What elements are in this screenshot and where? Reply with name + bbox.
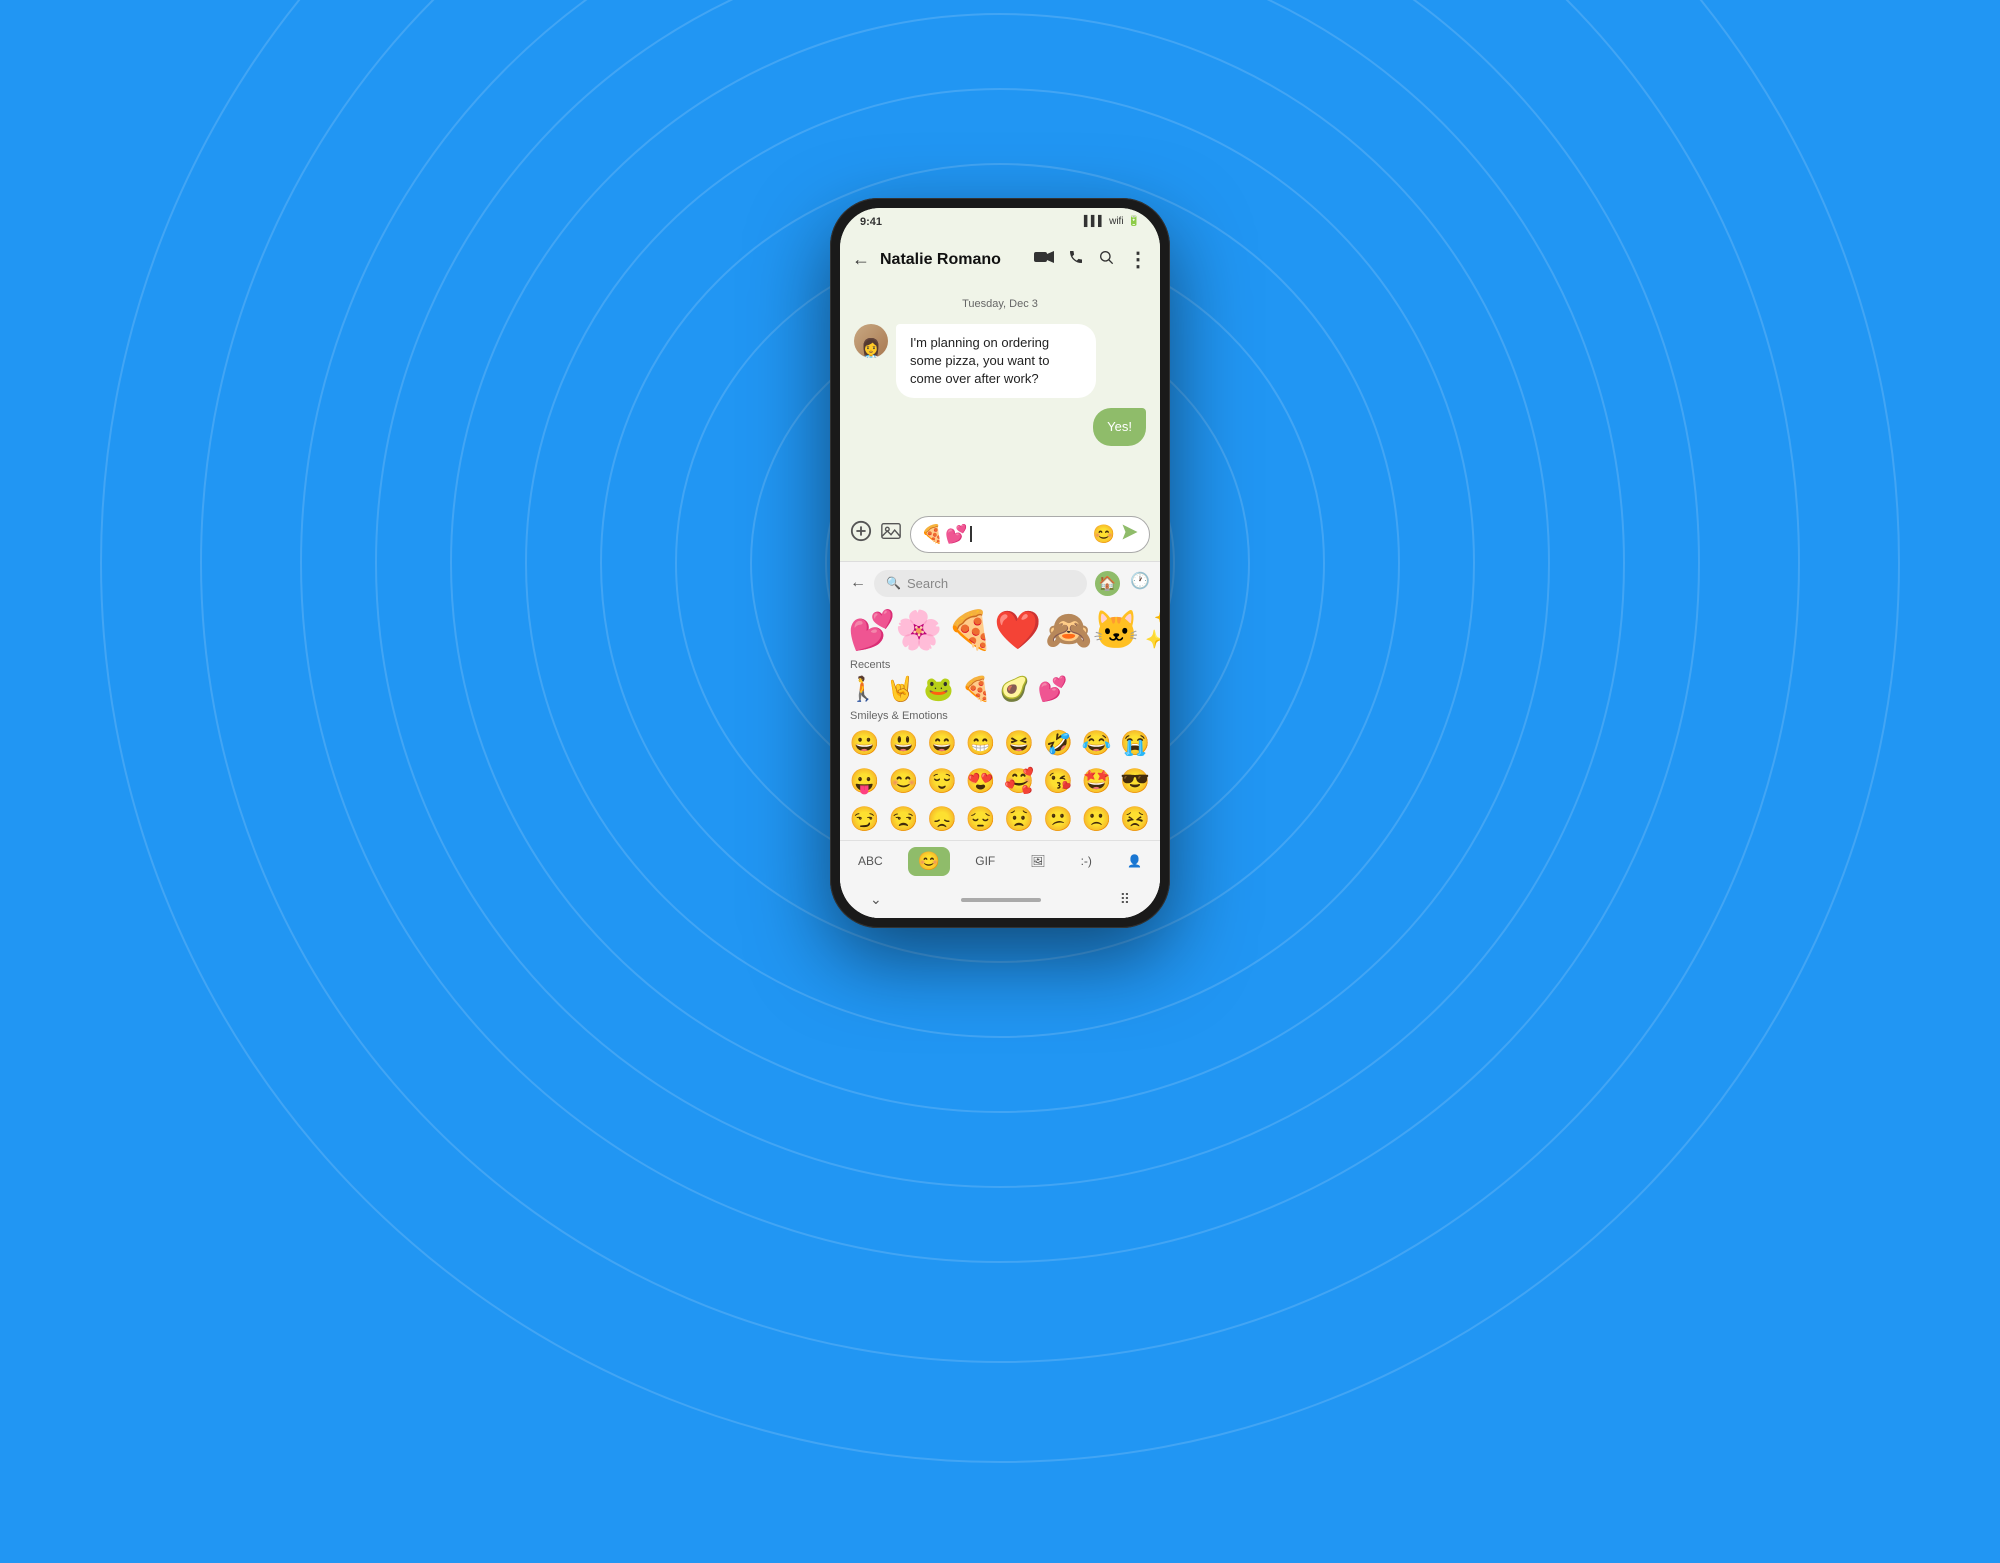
keyboard-bottom-bar: ABC 😊 GIF 🖼 :-) 👤 [840,840,1160,882]
emoji-loving[interactable]: 🥰 [1001,763,1039,800]
smileys-label: Smileys & Emotions [840,708,1160,723]
emoji-laughing[interactable]: 😆 [1001,725,1039,762]
received-bubble: I'm planning on ordering some pizza, you… [896,324,1096,399]
recent-emoji-5[interactable]: 🥑 [1000,675,1030,704]
phone-frame: 9:41 ▌▌▌ wifi 🔋 ← Natalie Romano [830,198,1170,928]
home-indicator[interactable] [961,898,1041,902]
emoji-smile[interactable]: 😄 [923,725,961,762]
image-button[interactable] [880,520,902,548]
emoji-keyboard: ← 🔍 Search 🏠 🕐 💕🌸 🍕❤️ 🙈🐱 ✨🍕 🐢❤️ [840,561,1160,918]
recent-emoji-4[interactable]: 🍕 [962,675,992,704]
status-icons: ▌▌▌ wifi 🔋 [1084,216,1140,227]
search-icon: 🔍 [886,576,901,590]
add-attachment-button[interactable] [850,520,872,548]
emoji-recent-button[interactable]: 🕐 [1130,571,1150,596]
emoji-picker-button[interactable]: 😊 [1093,524,1115,545]
emoji-kissing-heart[interactable]: 😘 [1039,763,1077,800]
emoji-disappointed[interactable]: 😞 [923,801,961,838]
emoji-nav-buttons: 🏠 🕐 [1095,571,1150,596]
sticker-1[interactable]: 💕🌸 [848,609,943,653]
status-time: 9:41 [860,216,882,228]
emoji-beaming[interactable]: 😁 [962,725,1000,762]
received-message-row: 👩‍⚕️ I'm planning on ordering some pizza… [854,324,1146,399]
keyboard-tab-emoticon[interactable]: :-) [1071,848,1102,874]
video-call-icon[interactable] [1034,250,1054,269]
more-options-icon[interactable]: ⋮ [1128,247,1148,272]
input-heart-emoji: 💕 [945,524,967,545]
emoji-unamused[interactable]: 😒 [885,801,923,838]
sent-message-row: Yes! [854,408,1146,446]
chat-header: ← Natalie Romano [840,236,1160,284]
chat-area: Tuesday, Dec 3 👩‍⚕️ I'm planning on orde… [840,284,1160,508]
message-input-content[interactable]: 🍕 💕 [921,524,1087,545]
phone-screen: 9:41 ▌▌▌ wifi 🔋 ← Natalie Romano [840,208,1160,918]
wifi-icon: wifi [1109,216,1123,227]
emoji-slightly-frowning[interactable]: 🙁 [1078,801,1116,838]
recent-emoji-1[interactable]: 🚶 [848,675,878,704]
phone-call-icon[interactable] [1068,249,1084,270]
emoji-winking[interactable]: 😛 [846,763,884,800]
sticker-suggestions-row: 💕🌸 🍕❤️ 🙈🐱 ✨🍕 🐢❤️ [840,605,1160,657]
emoji-star-struck[interactable]: 🤩 [1078,763,1116,800]
message-input-wrapper[interactable]: 🍕 💕 😊 [910,516,1150,553]
emoji-persevering[interactable]: 😣 [1116,801,1154,838]
header-icons: ⋮ [1034,247,1148,272]
emoji-home-button[interactable]: 🏠 [1095,571,1120,596]
emoji-rofl[interactable]: 🤣 [1039,725,1077,762]
sticker-3[interactable]: 🙈🐱 [1045,609,1140,653]
emoji-grinning[interactable]: 😀 [846,725,884,762]
recents-row: 🚶 🤘 🐸 🍕 🥑 💕 [840,673,1160,708]
navigation-bar: ⌄ ⠿ [840,882,1160,918]
sticker-2[interactable]: 🍕❤️ [947,609,1042,653]
status-bar: 9:41 ▌▌▌ wifi 🔋 [840,208,1160,236]
back-button[interactable]: ← [852,249,870,270]
emoji-smirk[interactable]: 😏 [846,801,884,838]
date-label: Tuesday, Dec 3 [854,298,1146,310]
emoji-search-bar: ← 🔍 Search 🏠 🕐 [840,562,1160,605]
emoji-blush[interactable]: 😊 [885,763,923,800]
send-button[interactable] [1121,523,1139,546]
keyboard-tab-emoji[interactable]: 😊 [908,847,950,876]
emoji-worried[interactable]: 😟 [1001,801,1039,838]
keyboard-tab-abc[interactable]: ABC [848,848,893,874]
text-cursor [970,526,972,542]
emoji-search-input[interactable]: 🔍 Search [874,570,1087,597]
battery-icon: 🔋 [1128,216,1140,227]
nav-apps-button[interactable]: ⠿ [1120,891,1130,908]
emoji-grid: 😀 😃 😄 😁 😆 🤣 😂 😭 😛 😊 😌 😍 🥰 😘 🤩 😎 😏 😒 😞 [840,723,1160,840]
keyboard-tab-gif[interactable]: GIF [965,848,1005,874]
contact-name: Natalie Romano [880,251,1024,269]
signal-icon: ▌▌▌ [1084,216,1105,227]
contact-avatar: 👩‍⚕️ [854,324,888,358]
emoji-joy[interactable]: 😂 [1078,725,1116,762]
input-area: 🍕 💕 😊 [840,508,1160,561]
input-pizza-emoji: 🍕 [921,524,943,545]
nav-back-button[interactable]: ⌄ [870,891,882,908]
sent-bubble: Yes! [1093,408,1146,446]
emoji-heart-eyes[interactable]: 😍 [962,763,1000,800]
search-placeholder: Search [907,576,948,591]
keyboard-tab-sticker[interactable]: 🖼 [1020,848,1055,874]
recent-emoji-3[interactable]: 🐸 [924,675,954,704]
recent-emoji-2[interactable]: 🤘 [886,675,916,704]
emoji-pensive[interactable]: 😔 [962,801,1000,838]
emoji-crying[interactable]: 😭 [1116,725,1154,762]
emoji-sunglasses[interactable]: 😎 [1116,763,1154,800]
emoji-confused[interactable]: 😕 [1039,801,1077,838]
recents-label: Recents [840,657,1160,673]
emoji-back-button[interactable]: ← [850,574,866,592]
keyboard-tab-bitmoji[interactable]: 👤 [1117,848,1152,874]
sticker-4[interactable]: ✨🍕 [1144,609,1160,653]
recent-emoji-6[interactable]: 💕 [1037,675,1067,704]
emoji-relieved[interactable]: 😌 [923,763,961,800]
emoji-smiley[interactable]: 😃 [885,725,923,762]
search-chat-icon[interactable] [1098,249,1114,270]
